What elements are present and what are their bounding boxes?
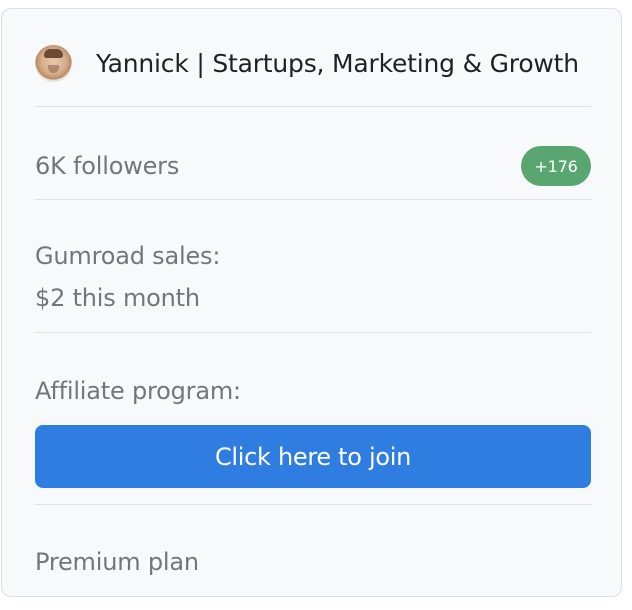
profile-card: Yannick | Startups, Marketing & Growth 6… bbox=[1, 8, 622, 597]
premium-plan-row: Premium plan bbox=[35, 540, 591, 584]
sales-label: Gumroad sales: bbox=[35, 242, 221, 270]
followers-delta-badge: +176 bbox=[521, 146, 591, 186]
divider-3 bbox=[35, 332, 591, 333]
divider-1 bbox=[35, 106, 591, 107]
avatar[interactable] bbox=[35, 44, 72, 82]
premium-plan-label: Premium plan bbox=[35, 548, 199, 576]
affiliate-section: Affiliate program: Click here to join bbox=[35, 369, 591, 499]
profile-header: Yannick | Startups, Marketing & Growth bbox=[35, 41, 591, 85]
followers-count: 6K followers bbox=[35, 152, 180, 180]
affiliate-label: Affiliate program: bbox=[35, 377, 241, 405]
sales-value: $2 this month bbox=[35, 284, 200, 312]
join-affiliate-button[interactable]: Click here to join bbox=[35, 425, 591, 488]
sales-section: Gumroad sales: $2 this month bbox=[35, 235, 591, 321]
profile-name[interactable]: Yannick | Startups, Marketing & Growth bbox=[96, 49, 579, 78]
divider-4 bbox=[35, 504, 591, 505]
divider-2 bbox=[35, 199, 591, 200]
followers-row: 6K followers +176 bbox=[35, 141, 591, 191]
